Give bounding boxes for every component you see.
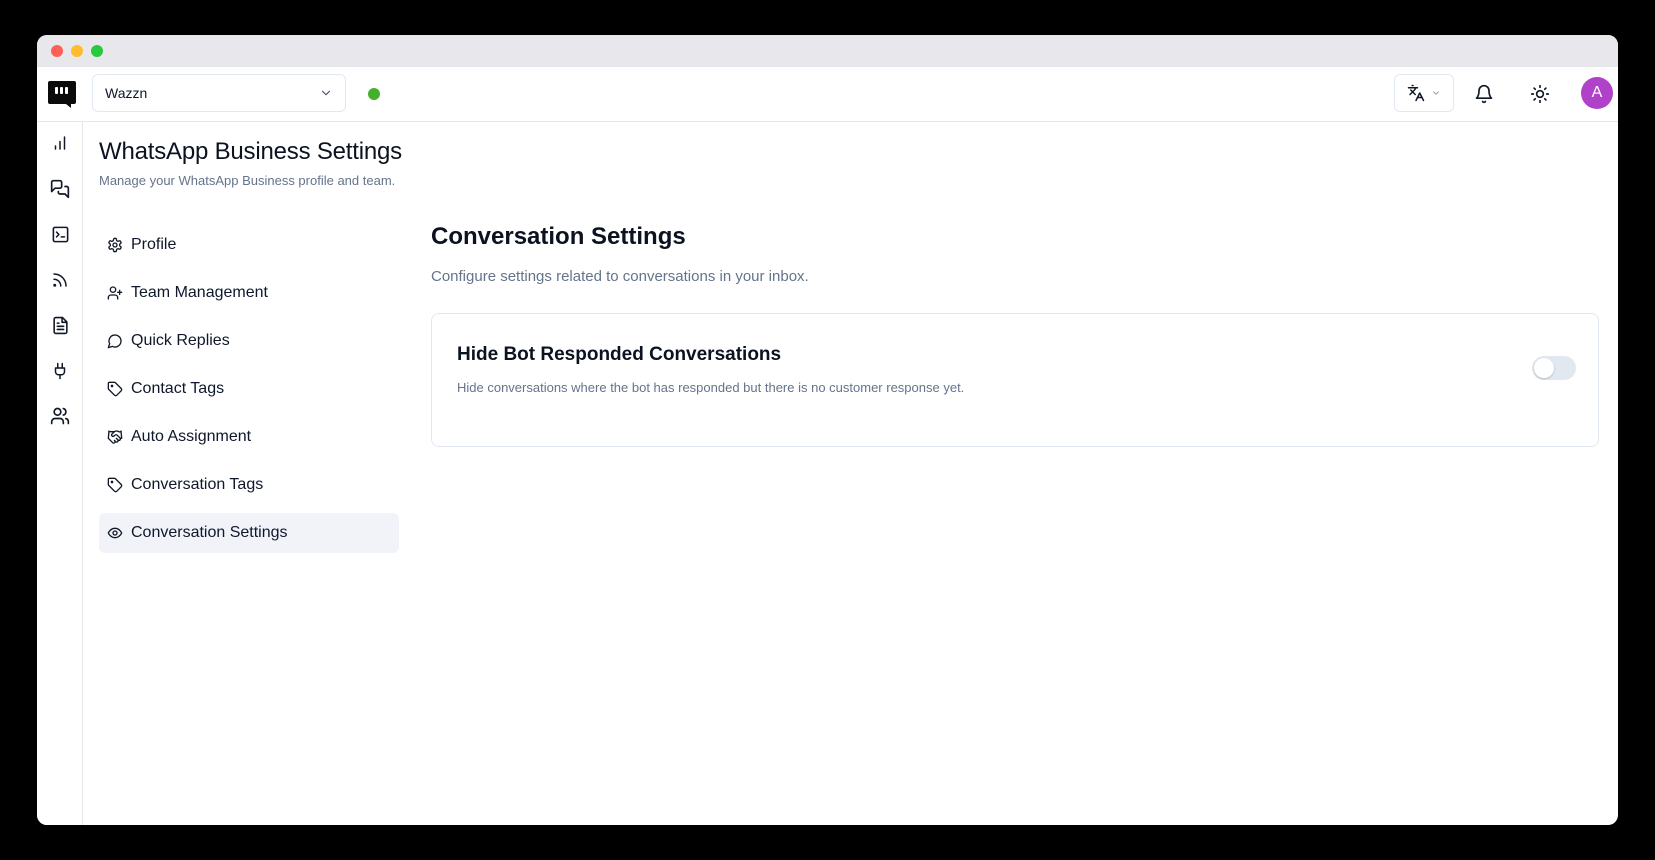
translate-icon bbox=[1407, 84, 1425, 102]
settings-nav-label: Contact Tags bbox=[131, 380, 225, 397]
handshake-icon bbox=[107, 429, 123, 445]
chevron-down-icon bbox=[1431, 88, 1441, 98]
notifications-button[interactable] bbox=[1468, 78, 1500, 110]
document-icon bbox=[51, 316, 70, 335]
settings-nav-item-profile[interactable]: Profile bbox=[99, 225, 399, 265]
setting-card-description: Hide conversations where the bot has res… bbox=[457, 380, 965, 395]
eye-icon bbox=[107, 525, 123, 541]
settings-nav-item-conversation-tags[interactable]: Conversation Tags bbox=[99, 465, 399, 505]
analytics-icon bbox=[51, 134, 69, 152]
bell-icon bbox=[1474, 84, 1494, 104]
terminal-icon bbox=[51, 225, 70, 244]
tag-icon bbox=[107, 477, 123, 493]
rail-item-contacts[interactable] bbox=[45, 401, 75, 431]
rail-item-chats[interactable] bbox=[45, 174, 75, 204]
setting-card-hide-bot-responded: Hide Bot Responded Conversations Hide co… bbox=[431, 313, 1599, 447]
user-plus-icon bbox=[107, 285, 123, 301]
page-subtitle: Manage your WhatsApp Business profile an… bbox=[99, 173, 396, 188]
online-status-indicator bbox=[368, 88, 380, 100]
settings-nav-item-conversation-settings[interactable]: Conversation Settings bbox=[99, 513, 399, 553]
users-icon bbox=[50, 406, 70, 426]
sun-icon bbox=[1530, 84, 1550, 104]
section-title: Conversation Settings bbox=[431, 223, 686, 250]
settings-nav-label: Profile bbox=[131, 236, 177, 253]
settings-nav-label: Team Management bbox=[131, 284, 268, 301]
settings-nav: Profile Team Management Quick Replies Co… bbox=[99, 225, 399, 561]
tag-icon bbox=[107, 381, 123, 397]
top-navigation-bar: Wazzn A bbox=[37, 67, 1618, 122]
settings-nav-item-contact-tags[interactable]: Contact Tags bbox=[99, 369, 399, 409]
rail-item-integrations[interactable] bbox=[45, 356, 75, 386]
window-titlebar bbox=[37, 35, 1618, 67]
side-rail bbox=[37, 122, 83, 825]
user-avatar[interactable]: A bbox=[1581, 77, 1613, 109]
window-minimize-button[interactable] bbox=[71, 45, 83, 57]
gear-icon bbox=[107, 237, 123, 253]
page-title: WhatsApp Business Settings bbox=[99, 138, 402, 165]
app-window: Wazzn A WhatsApp Business Settings Manag… bbox=[37, 35, 1618, 825]
hide-bot-responded-toggle[interactable] bbox=[1532, 356, 1576, 380]
setting-card-title: Hide Bot Responded Conversations bbox=[457, 344, 782, 365]
settings-nav-label: Quick Replies bbox=[131, 332, 230, 349]
rail-item-documents[interactable] bbox=[45, 310, 75, 340]
settings-nav-item-auto-assignment[interactable]: Auto Assignment bbox=[99, 417, 399, 457]
rail-item-terminal[interactable] bbox=[45, 219, 75, 249]
settings-nav-label: Auto Assignment bbox=[131, 428, 252, 445]
chats-icon bbox=[50, 179, 70, 199]
rail-item-feed[interactable] bbox=[45, 265, 75, 295]
rail-item-analytics[interactable] bbox=[45, 128, 75, 158]
workspace-select-value: Wazzn bbox=[105, 85, 148, 101]
window-zoom-button[interactable] bbox=[91, 45, 103, 57]
section-subtitle: Configure settings related to conversati… bbox=[431, 268, 809, 285]
message-circle-icon bbox=[107, 333, 123, 349]
toggle-knob bbox=[1534, 358, 1554, 378]
settings-nav-label: Conversation Settings bbox=[131, 524, 288, 541]
plug-icon bbox=[51, 362, 69, 380]
app-logo[interactable] bbox=[45, 77, 77, 109]
settings-nav-item-team-management[interactable]: Team Management bbox=[99, 273, 399, 313]
feed-icon bbox=[51, 271, 69, 289]
window-close-button[interactable] bbox=[51, 45, 63, 57]
settings-nav-label: Conversation Tags bbox=[131, 476, 264, 493]
chevron-down-icon bbox=[319, 86, 333, 100]
workspace-select[interactable]: Wazzn bbox=[92, 74, 346, 112]
theme-toggle-button[interactable] bbox=[1524, 78, 1556, 110]
settings-nav-item-quick-replies[interactable]: Quick Replies bbox=[99, 321, 399, 361]
language-selector-button[interactable] bbox=[1394, 74, 1454, 112]
